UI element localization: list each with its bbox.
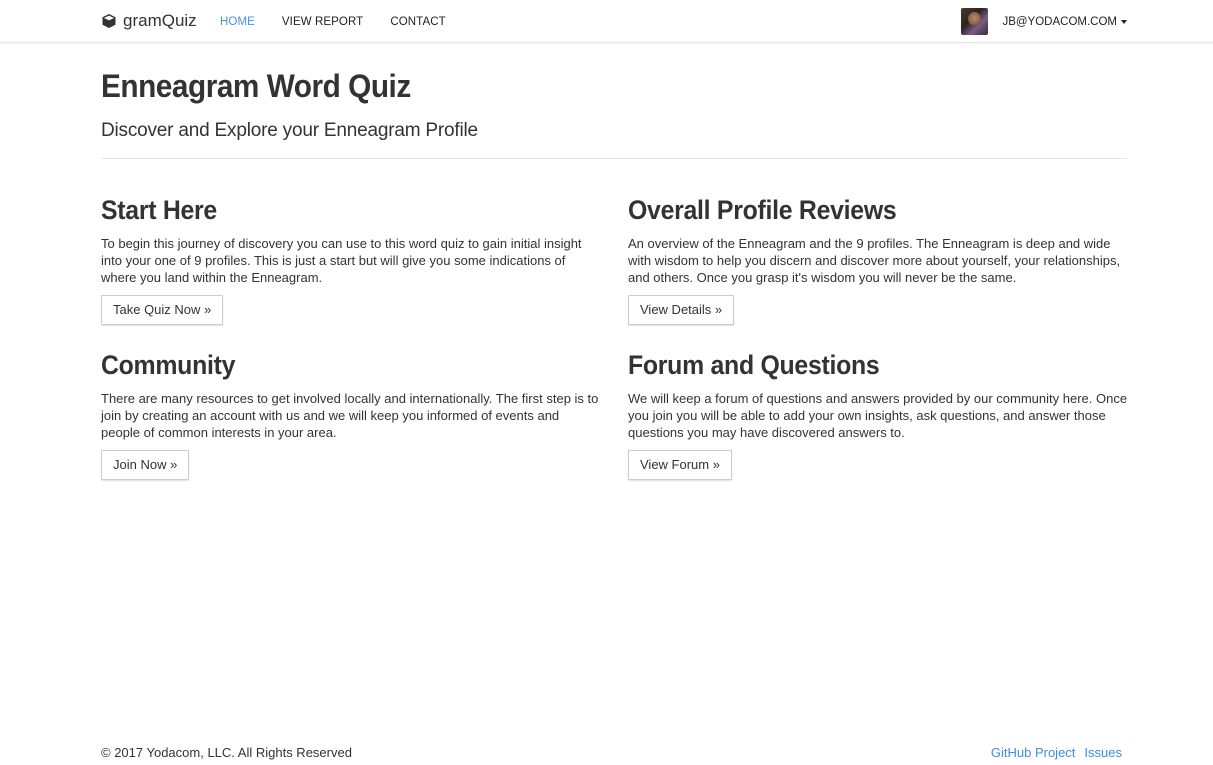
view-forum-button[interactable]: View Forum »	[628, 450, 732, 480]
cube-icon	[101, 13, 117, 29]
user-menu[interactable]: JB@YODACOM.COM	[961, 8, 1127, 35]
github-project-link[interactable]: GitHub Project	[991, 745, 1076, 760]
main-nav: HOME VIEW REPORT CONTACT	[220, 0, 473, 43]
issues-link[interactable]: Issues	[1084, 745, 1122, 760]
card-text: There are many resources to get involved…	[101, 391, 599, 440]
card-heading: Overall Profile Reviews	[628, 195, 897, 225]
card-heading: Forum and Questions	[628, 350, 880, 380]
brand-name: gramQuiz	[123, 11, 197, 30]
card-community: Community There are many resources to ge…	[101, 350, 601, 480]
card-profile-reviews: Overall Profile Reviews An overview of t…	[628, 195, 1128, 325]
nav-contact[interactable]: CONTACT	[390, 16, 445, 28]
top-navbar: gramQuiz HOME VIEW REPORT CONTACT JB@YOD…	[0, 0, 1213, 43]
take-quiz-button[interactable]: Take Quiz Now »	[101, 295, 224, 325]
nav-home[interactable]: HOME	[220, 16, 255, 28]
page-subtitle: Discover and Explore your Enneagram Prof…	[101, 120, 478, 141]
brand-link[interactable]: gramQuiz	[101, 11, 197, 31]
footer-links: GitHub Project Issues	[991, 745, 1122, 760]
card-start-here: Start Here To begin this journey of disc…	[101, 195, 601, 325]
card-text: An overview of the Enneagram and the 9 p…	[628, 236, 1121, 285]
caret-down-icon	[1121, 19, 1127, 24]
card-heading: Community	[101, 350, 236, 380]
copyright-text: © 2017 Yodacom, LLC. All Rights Reserved	[101, 745, 352, 760]
hero-divider	[101, 158, 1127, 159]
card-heading: Start Here	[101, 195, 217, 225]
user-email: JB@YODACOM.COM	[1002, 15, 1117, 28]
card-forum: Forum and Questions We will keep a forum…	[628, 350, 1128, 480]
join-now-button[interactable]: Join Now »	[101, 450, 190, 480]
view-details-button[interactable]: View Details »	[628, 295, 735, 325]
hero-section: Enneagram Word Quiz Discover and Explore…	[101, 68, 1127, 142]
card-text: We will keep a forum of questions and an…	[628, 391, 1128, 440]
card-text: To begin this journey of discovery you c…	[101, 236, 582, 285]
user-dropdown[interactable]: JB@YODACOM.COM	[1002, 16, 1127, 28]
page-title: Enneagram Word Quiz	[101, 68, 411, 104]
nav-view-report[interactable]: VIEW REPORT	[282, 16, 363, 28]
avatar[interactable]	[961, 8, 989, 35]
